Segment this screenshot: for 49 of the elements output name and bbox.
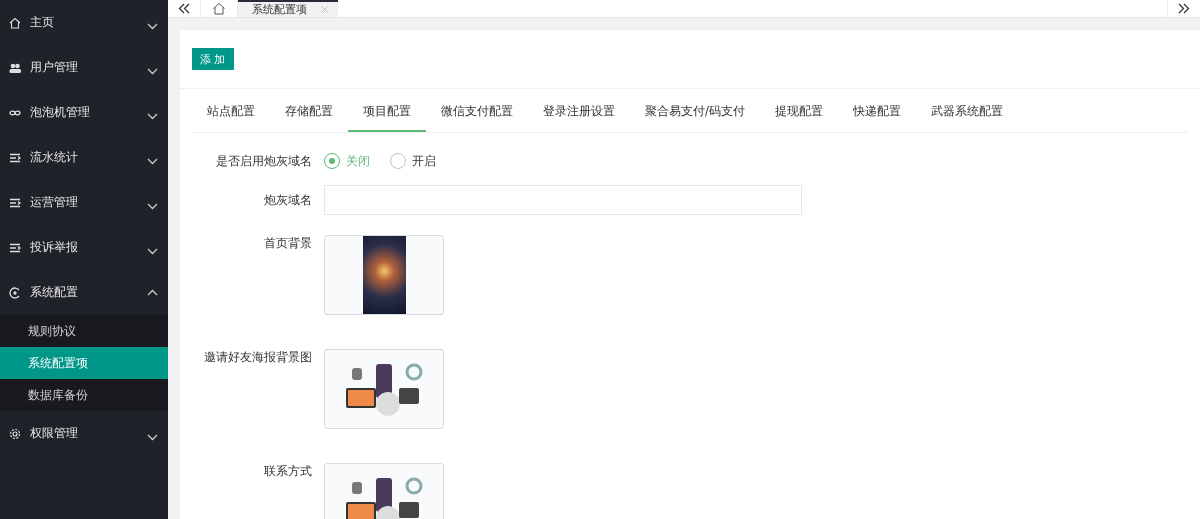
form-label: 是否启用炮灰域名 [215, 153, 312, 170]
chevron-down-icon [147, 68, 158, 75]
form-label: 首页背景 [263, 235, 312, 252]
chevron-down-icon [147, 158, 158, 165]
form-label: 邀请好友海报背景图 [203, 349, 312, 366]
tab[interactable]: 登录注册设置 [528, 89, 630, 132]
tab[interactable]: 快递配置 [837, 89, 916, 132]
page-tab-label: 系统配置项 [252, 2, 307, 17]
tab[interactable]: 存储配置 [270, 89, 348, 132]
double-chevron-right-icon [1178, 3, 1190, 14]
sidebar-item[interactable]: 运营管理 [0, 180, 168, 225]
submenu-item[interactable]: 系统配置项 [0, 347, 168, 379]
home-icon [212, 2, 226, 15]
sidebar-item[interactable]: 用户管理 [0, 45, 168, 90]
radio-option[interactable]: 开启 [390, 153, 436, 169]
gear-icon [8, 426, 22, 441]
tab[interactable]: 武器系统配置 [915, 89, 1018, 132]
image-upload[interactable] [324, 349, 444, 429]
chevron-down-icon [147, 113, 158, 120]
image-upload[interactable] [324, 463, 444, 519]
chevron-up-icon [147, 289, 158, 296]
tab[interactable]: 站点配置 [192, 89, 270, 132]
tab[interactable]: 微信支付配置 [426, 89, 528, 132]
add-button[interactable]: 添 加 [192, 48, 234, 70]
config-icon [8, 285, 22, 300]
sidebar-item[interactable]: 泡泡机管理 [0, 90, 168, 135]
tab[interactable]: 聚合易支付/码支付 [630, 89, 760, 132]
sidebar-item[interactable]: 流水统计 [0, 135, 168, 180]
sidebar-item[interactable]: 系统配置 [0, 270, 168, 315]
home-icon [8, 15, 22, 30]
chevron-down-icon [147, 203, 158, 210]
tab[interactable]: 提现配置 [759, 89, 838, 132]
submenu-item[interactable]: 数据库备份 [0, 379, 168, 411]
chevron-down-icon [147, 248, 158, 255]
chevron-down-icon [147, 434, 158, 441]
input-field[interactable] [324, 185, 802, 215]
double-chevron-left-icon [178, 3, 190, 14]
sidebar-item[interactable]: 权限管理 [0, 411, 168, 456]
submenu-item[interactable]: 规则协议 [0, 315, 168, 347]
radio-label: 关闭 [346, 153, 370, 169]
sidebar-item[interactable]: 投诉举报 [0, 225, 168, 270]
image-upload[interactable] [324, 235, 444, 315]
chevron-down-icon [147, 23, 158, 30]
form-label: 炮灰域名 [263, 192, 312, 209]
form-label: 联系方式 [263, 463, 312, 480]
sidebar-item[interactable]: 主页 [0, 0, 168, 45]
page-tab[interactable]: 系统配置项 [238, 0, 338, 17]
radio-label: 开启 [412, 153, 436, 169]
tab[interactable]: 项目配置 [348, 89, 426, 132]
